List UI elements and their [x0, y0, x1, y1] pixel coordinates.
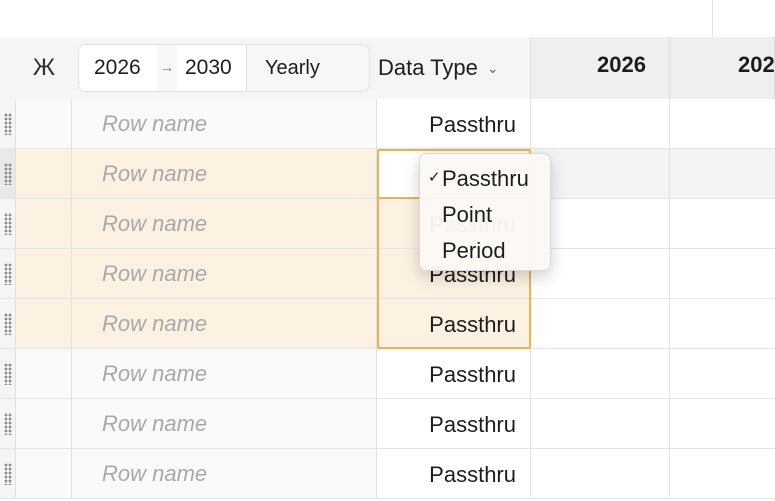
date-range-control: 2026 → 2030 Yearly — [78, 44, 370, 92]
table-row[interactable]: Row namePassthru — [0, 249, 775, 299]
year-value-cell[interactable] — [531, 449, 670, 499]
data-type-cell[interactable]: Passthru — [377, 399, 531, 449]
row-drag-handle[interactable] — [0, 399, 16, 449]
year-column-header: 2027 — [670, 37, 775, 99]
row-icon-cell[interactable] — [16, 449, 72, 499]
row-name-input[interactable]: Row name — [72, 199, 377, 249]
drag-handle-icon — [4, 263, 12, 285]
data-type-cell[interactable]: Passthru — [377, 299, 531, 349]
table-row[interactable]: Row namePassthru — [0, 349, 775, 399]
year-column-header: 2026 — [531, 37, 670, 99]
top-toolbar — [0, 0, 775, 38]
table-row[interactable]: Row namePassthru — [0, 199, 775, 249]
row-name-input[interactable]: Row name — [72, 299, 377, 349]
row-icon-cell[interactable] — [16, 399, 72, 449]
year-value-cell[interactable] — [670, 99, 775, 149]
row-drag-handle[interactable] — [0, 299, 16, 349]
table-row[interactable]: Row namePassthru — [0, 99, 775, 149]
drag-handle-icon — [4, 463, 12, 485]
year-value-cell[interactable] — [670, 199, 775, 249]
row-drag-handle[interactable] — [0, 449, 16, 499]
toolbar-divider — [712, 0, 713, 37]
drag-handle-icon — [4, 113, 12, 135]
year-value-cell[interactable] — [531, 199, 670, 249]
range-start-year[interactable]: 2026 — [79, 45, 157, 91]
data-type-header-label: Data Type — [378, 55, 478, 80]
arrow-right-icon: → — [159, 59, 175, 76]
row-name-input[interactable]: Row name — [72, 399, 377, 449]
drag-handle-icon — [4, 363, 12, 385]
range-end-year[interactable]: 2030 — [177, 45, 247, 91]
dropdown-option-passthru[interactable]: ✓ Passthru — [420, 161, 550, 197]
row-icon-cell[interactable] — [16, 349, 72, 399]
table-row[interactable]: Row namePassthru — [0, 449, 775, 499]
data-type-dropdown: ✓ Passthru Point Period — [419, 153, 551, 271]
row-drag-handle[interactable] — [0, 249, 16, 299]
year-value-cell[interactable] — [531, 249, 670, 299]
year-value-cell[interactable] — [531, 99, 670, 149]
row-drag-handle[interactable] — [0, 349, 16, 399]
row-name-input[interactable]: Row name — [72, 449, 377, 499]
row-name-input[interactable]: Row name — [72, 249, 377, 299]
dropdown-option-label: Passthru — [442, 166, 529, 191]
row-icon-cell[interactable] — [16, 249, 72, 299]
drag-handle-icon — [4, 213, 12, 235]
chevron-down-icon: ⌄ — [486, 59, 499, 76]
table-header: Ж 2026 → 2030 Yearly Data Type ⌄ 2026 20… — [0, 37, 775, 99]
row-drag-handle[interactable] — [0, 149, 16, 199]
data-type-column-header[interactable]: Data Type ⌄ — [377, 37, 531, 99]
row-drag-handle[interactable] — [0, 199, 16, 249]
drag-handle-icon — [4, 163, 12, 185]
header-grip-column — [0, 37, 17, 99]
dropdown-option-period[interactable]: Period — [420, 233, 550, 269]
year-value-cell[interactable] — [670, 349, 775, 399]
period-select[interactable]: Yearly — [248, 45, 368, 91]
year-value-cell[interactable] — [531, 299, 670, 349]
dropdown-option-label: Point — [442, 202, 493, 227]
checkmark-icon: ✓ — [428, 169, 441, 186]
data-type-cell[interactable]: Passthru — [377, 449, 531, 499]
row-drag-handle[interactable] — [0, 99, 16, 149]
row-icon-cell[interactable] — [16, 299, 72, 349]
row-icon-cell[interactable] — [16, 149, 72, 199]
year-value-cell[interactable] — [670, 449, 775, 499]
year-value-cell[interactable] — [670, 299, 775, 349]
year-value-cell[interactable] — [670, 249, 775, 299]
table-row[interactable]: Row namePassthru — [0, 399, 775, 449]
row-name-input[interactable]: Row name — [72, 149, 377, 199]
table-row[interactable]: Row namePassthru — [0, 299, 775, 349]
year-value-cell[interactable] — [531, 149, 670, 199]
year-value-cell[interactable] — [670, 399, 775, 449]
data-type-cell[interactable]: Passthru — [377, 349, 531, 399]
row-name-input[interactable]: Row name — [72, 349, 377, 399]
row-icon-cell[interactable] — [16, 199, 72, 249]
year-value-cell[interactable] — [531, 399, 670, 449]
dropdown-option-point[interactable]: Point — [420, 197, 550, 233]
dropdown-option-label: Period — [442, 238, 506, 263]
data-type-cell[interactable]: Passthru — [377, 99, 531, 149]
year-value-cell[interactable] — [670, 149, 775, 199]
table-row[interactable]: Row name — [0, 149, 775, 199]
formula-type-icon[interactable]: Ж — [16, 37, 73, 99]
row-icon-cell[interactable] — [16, 99, 72, 149]
drag-handle-icon — [4, 413, 12, 435]
date-range-header: 2026 → 2030 Yearly — [72, 37, 378, 99]
year-value-cell[interactable] — [531, 349, 670, 399]
row-name-input[interactable]: Row name — [72, 99, 377, 149]
drag-handle-icon — [4, 313, 12, 335]
